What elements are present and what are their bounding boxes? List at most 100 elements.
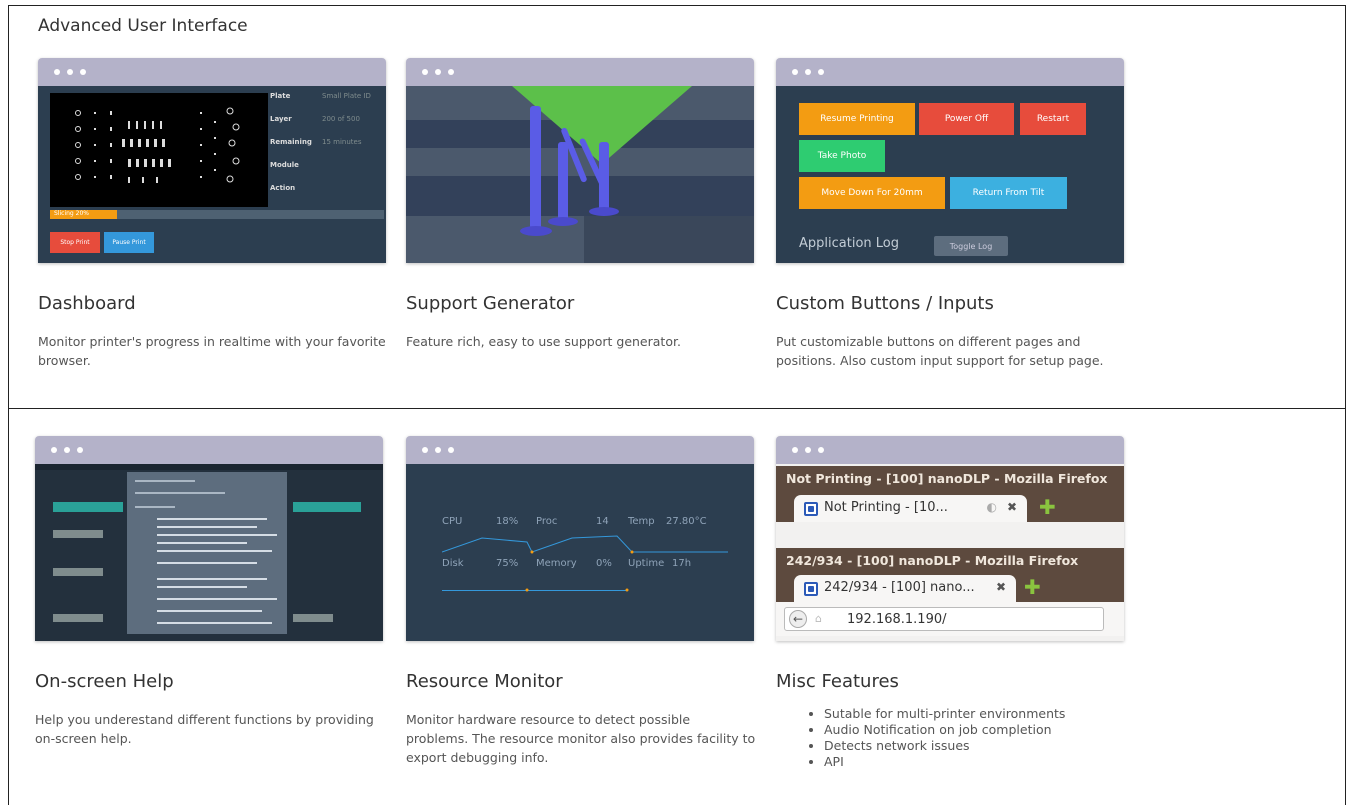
- form-field-highlight: [293, 502, 361, 512]
- firefox-window-title: Not Printing - [100] nanoDLP - Mozilla F…: [776, 466, 1124, 492]
- info-value: Small Plate ID: [322, 92, 371, 100]
- window-dot-icon: [422, 447, 428, 453]
- info-value: 200 of 500: [322, 115, 360, 123]
- browser-tab[interactable]: Not Printing - [10... ◐ ✖: [794, 495, 1027, 522]
- tab-title: 242/934 - [100] nano...: [824, 580, 975, 595]
- disk-label: Disk: [442, 558, 464, 569]
- help-text-line: [157, 598, 277, 600]
- custom-buttons-screen: Resume Printing Power Off Restart Take P…: [776, 86, 1124, 263]
- card-onscreen-help: On-screen Help Help you underestand diff…: [35, 436, 383, 748]
- card-misc-features: Not Printing - [100] nanoDLP - Mozilla F…: [776, 436, 1124, 770]
- resource-monitor-screen: CPU 18% Proc 14 Temp 27.80°C Disk 75% Me…: [406, 464, 754, 641]
- card-title: Dashboard: [38, 293, 136, 314]
- help-text-line: [157, 518, 267, 520]
- job-info-panel: Plate Small Plate ID Layer 200 of 500 Rema…: [270, 92, 380, 207]
- info-label: Layer: [270, 115, 292, 123]
- card-title: On-screen Help: [35, 671, 174, 692]
- favicon-icon: [804, 502, 818, 516]
- disk-value: 75%: [496, 558, 519, 569]
- memory-label: Memory: [536, 558, 577, 569]
- back-arrow-icon[interactable]: ←: [789, 610, 807, 628]
- site-info-icon[interactable]: ⌂: [815, 612, 822, 625]
- window-dot-icon: [818, 69, 824, 75]
- window-dot-icon: [64, 447, 70, 453]
- proc-value: 14: [596, 516, 609, 527]
- support-base: [520, 226, 552, 236]
- toggle-log-button[interactable]: Toggle Log: [934, 236, 1008, 256]
- list-item: Detects network issues: [824, 738, 1124, 754]
- info-label: Module: [270, 161, 299, 169]
- url-bar[interactable]: ← ⌂ 192.168.1.190/: [784, 607, 1104, 631]
- help-text-line: [157, 586, 247, 588]
- window-dot-icon: [805, 447, 811, 453]
- favicon-icon: [804, 582, 818, 596]
- stop-print-button[interactable]: Stop Print: [50, 232, 100, 253]
- move-down-button[interactable]: Move Down For 20mm: [799, 177, 945, 209]
- memory-value: 0%: [596, 558, 612, 569]
- resume-printing-button[interactable]: Resume Printing: [799, 103, 915, 135]
- proc-label: Proc: [536, 516, 558, 527]
- info-row-module: Module: [270, 161, 380, 184]
- power-off-button[interactable]: Power Off: [919, 103, 1014, 135]
- window-dot-icon: [448, 447, 454, 453]
- new-tab-icon[interactable]: ✚: [1039, 495, 1056, 519]
- resource-monitor-screenshot: CPU 18% Proc 14 Temp 27.80°C Disk 75% Me…: [406, 436, 754, 641]
- info-row-remaining: Remaining 15 minutes: [270, 138, 380, 161]
- form-field: [53, 614, 103, 622]
- firefox-window-title: 242/934 - [100] nanoDLP - Mozilla Firefo…: [776, 548, 1124, 574]
- dashboard-screenshot: Plate Small Plate ID Layer 200 of 500 Rema…: [38, 58, 386, 263]
- restart-button[interactable]: Restart: [1020, 103, 1086, 135]
- info-row-layer: Layer 200 of 500: [270, 115, 380, 138]
- temp-value: 27.80°C: [666, 516, 707, 527]
- info-row-action: Action: [270, 184, 380, 207]
- support-pillar: [558, 142, 568, 224]
- misc-features-screenshot: Not Printing - [100] nanoDLP - Mozilla F…: [776, 436, 1124, 641]
- firefox-tab-row: Not Printing - [10... ◐ ✖ ✚: [776, 492, 1124, 522]
- scene-band: [406, 176, 754, 216]
- window-dot-icon: [818, 447, 824, 453]
- help-modal: [127, 472, 287, 634]
- card-title: Support Generator: [406, 293, 575, 314]
- form-field: [53, 568, 103, 576]
- window-dot-icon: [792, 447, 798, 453]
- take-photo-button[interactable]: Take Photo: [799, 140, 885, 172]
- window-dot-icon: [448, 69, 454, 75]
- card-title: Misc Features: [776, 671, 899, 692]
- support-generator-screenshot: [406, 58, 754, 263]
- cpu-graph-icon: [442, 535, 728, 554]
- row-divider: [8, 408, 1346, 409]
- application-log-label: Application Log: [799, 236, 899, 251]
- help-text-line: [135, 480, 195, 482]
- pause-print-button[interactable]: Pause Print: [104, 232, 154, 253]
- list-item: Audio Notification on job completion: [824, 722, 1124, 738]
- new-tab-icon[interactable]: ✚: [1024, 575, 1041, 599]
- card-title: Resource Monitor: [406, 671, 563, 692]
- feature-list: Sutable for multi-printer environments A…: [776, 706, 1124, 770]
- help-text-line: [157, 562, 257, 564]
- list-item: Sutable for multi-printer environments: [824, 706, 1124, 722]
- return-from-tilt-button[interactable]: Return From Tilt: [950, 177, 1067, 209]
- right-border: [1345, 5, 1346, 805]
- window-titlebar: [776, 58, 1124, 86]
- help-screen: [35, 464, 383, 641]
- firefox-tab-row: 242/934 - [100] nano... ✖ ✚: [776, 572, 1124, 602]
- tab-title: Not Printing - [10...: [824, 500, 948, 515]
- help-text-line: [157, 534, 277, 536]
- close-icon[interactable]: ✖: [996, 580, 1006, 594]
- support-3d-view: [406, 86, 754, 263]
- help-text-line: [157, 542, 247, 544]
- close-icon[interactable]: ✖: [1007, 500, 1017, 514]
- cpu-label: CPU: [442, 516, 463, 527]
- firefox-navbar: ← ⌂ 192.168.1.190/: [776, 602, 1124, 636]
- browser-tab[interactable]: 242/934 - [100] nano... ✖: [794, 575, 1016, 602]
- slice-dots-icon: [75, 107, 240, 183]
- info-label: Plate: [270, 92, 291, 100]
- help-text-line: [157, 610, 262, 612]
- audio-icon[interactable]: ◐: [987, 500, 997, 514]
- info-label: Action: [270, 184, 296, 192]
- help-text-line: [157, 550, 272, 552]
- card-description: Put customizable buttons on different pa…: [776, 334, 1104, 368]
- window-dot-icon: [435, 69, 441, 75]
- help-text-line: [135, 492, 225, 494]
- uptime-value: 17h: [672, 558, 692, 569]
